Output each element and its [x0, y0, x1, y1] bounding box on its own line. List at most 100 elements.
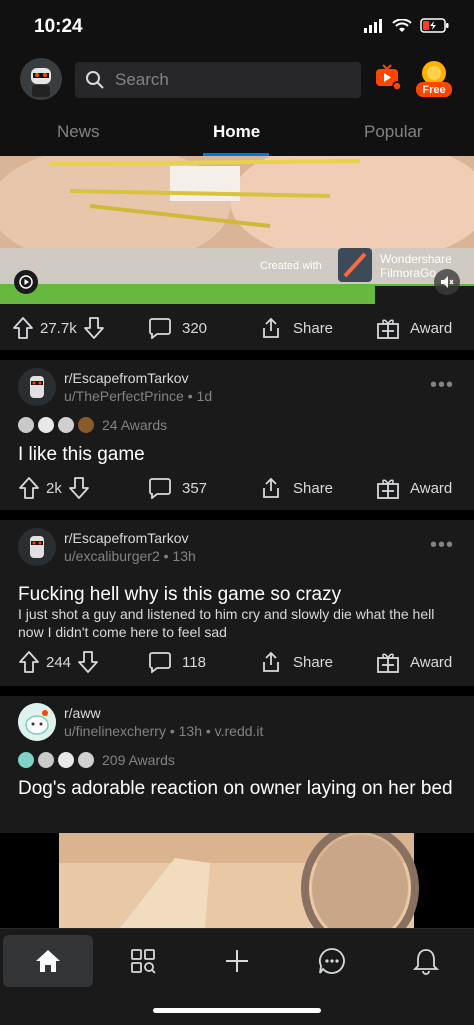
- upvote-icon[interactable]: [18, 650, 40, 674]
- comment-count: 357: [182, 479, 208, 497]
- awards-row[interactable]: 209 Awards: [18, 752, 175, 768]
- tab-news[interactable]: News: [57, 122, 100, 142]
- award-helpful-icon: [58, 417, 74, 433]
- share-button[interactable]: Share: [259, 650, 333, 674]
- upvote-icon[interactable]: [12, 316, 34, 340]
- post-body: I just shot a guy and listened to him cr…: [18, 606, 435, 640]
- comment-icon: [149, 652, 171, 673]
- feed-tabs: News Home Popular: [0, 108, 474, 156]
- more-options-button[interactable]: •••: [430, 374, 454, 397]
- award-helpful-icon: [78, 752, 94, 768]
- subreddit-name[interactable]: r/EscapefromTarkov: [64, 529, 196, 547]
- awards-row[interactable]: 24 Awards: [18, 417, 167, 433]
- award-wholesome-seal-icon: [18, 752, 34, 768]
- post-actions: 244 118 Share Award: [0, 640, 474, 684]
- post-video[interactable]: Created with Wondershare FilmoraGo: [0, 156, 474, 304]
- notifications-icon: [413, 949, 439, 975]
- comment-icon: [149, 478, 171, 499]
- post-meta: r/EscapefromTarkov u/excaliburger2 • 13h: [64, 529, 196, 565]
- post-author[interactable]: u/excaliburger2: [64, 548, 160, 564]
- tab-home[interactable]: Home: [213, 122, 260, 142]
- video-icon: [376, 64, 402, 91]
- share-icon: [263, 651, 279, 672]
- video-button[interactable]: [374, 62, 402, 97]
- more-options-button[interactable]: •••: [430, 534, 454, 557]
- share-button[interactable]: Share: [259, 476, 333, 500]
- post-actions: 27.7k 320 Share Award: [0, 306, 474, 350]
- post-age: 13h: [178, 723, 202, 739]
- vote-group: 244: [18, 650, 99, 674]
- app-header: Search Free: [0, 52, 474, 108]
- share-button[interactable]: Share: [259, 316, 333, 340]
- tab-popular[interactable]: Popular: [364, 122, 423, 142]
- post-title[interactable]: Dog's adorable reaction on owner laying …: [18, 777, 456, 800]
- downvote-icon[interactable]: [68, 476, 90, 500]
- post-card[interactable]: r/EscapefromTarkov u/ThePerfectPrince • …: [0, 360, 474, 510]
- video-reddit-badge: [14, 270, 38, 294]
- post-author-line: u/ThePerfectPrince • 1d: [64, 388, 213, 404]
- play-badge-icon: [19, 275, 33, 289]
- award-button[interactable]: Award: [376, 650, 452, 674]
- awards-count: 24 Awards: [102, 417, 168, 433]
- award-icon: [377, 653, 399, 673]
- comment-count: 320: [182, 319, 208, 337]
- post-author-line: u/excaliburger2 • 13h: [64, 548, 196, 564]
- search-icon: [86, 71, 104, 89]
- nav-home-button[interactable]: [3, 935, 93, 987]
- award-button[interactable]: Award: [376, 476, 452, 500]
- search-placeholder: Search: [115, 70, 169, 89]
- subreddit-name[interactable]: r/aww: [64, 704, 263, 722]
- status-bar: 10:24: [0, 0, 474, 52]
- post-age: 1d: [196, 388, 213, 404]
- post-author[interactable]: u/ThePerfectPrince: [64, 388, 184, 404]
- award-silver-icon: [18, 417, 34, 433]
- award-bear-icon: [78, 417, 94, 433]
- nav-discover-button[interactable]: [98, 935, 188, 987]
- award-wholesome-icon: [38, 417, 54, 433]
- comments-button[interactable]: 320: [148, 317, 207, 339]
- post-actions: 2k 357 Share Award: [0, 466, 474, 510]
- mute-icon: [441, 276, 454, 288]
- chat-icon: [319, 948, 345, 974]
- downvote-icon[interactable]: [77, 650, 99, 674]
- upvote-icon[interactable]: [18, 476, 40, 500]
- comment-count: 118: [182, 653, 206, 671]
- subreddit-avatar[interactable]: [18, 528, 56, 566]
- award-icon: [377, 319, 399, 339]
- comments-button[interactable]: 118: [148, 651, 206, 673]
- watermark-text: Created with: [260, 260, 322, 272]
- free-coins-button[interactable]: Free: [414, 58, 454, 102]
- post-title[interactable]: I like this game: [18, 443, 456, 466]
- post-author[interactable]: u/finelinexcherry: [64, 723, 166, 739]
- awards-count: 209 Awards: [102, 752, 175, 768]
- subreddit-avatar[interactable]: [18, 368, 56, 406]
- search-input[interactable]: Search: [75, 62, 361, 98]
- subreddit-name[interactable]: r/EscapefromTarkov: [64, 369, 212, 387]
- create-icon: [226, 950, 248, 972]
- share-icon: [263, 477, 279, 498]
- nav-chat-button[interactable]: [287, 935, 377, 987]
- comments-button[interactable]: 357: [148, 477, 207, 499]
- mute-button[interactable]: [434, 269, 460, 295]
- post-card[interactable]: r/aww u/finelinexcherry • 13h • v.redd.i…: [0, 696, 474, 952]
- award-button[interactable]: Award: [376, 316, 452, 340]
- vote-count: 2k: [46, 479, 62, 497]
- nav-create-button[interactable]: [192, 935, 282, 987]
- media-post-card: Created with Wondershare FilmoraGo 27.7k: [0, 156, 474, 350]
- share-label: Share: [293, 479, 334, 497]
- post-domain[interactable]: v.redd.it: [215, 723, 264, 739]
- post-card[interactable]: r/EscapefromTarkov u/excaliburger2 • 13h…: [0, 520, 474, 686]
- downvote-icon[interactable]: [83, 316, 105, 340]
- wifi-icon: [392, 18, 412, 32]
- watermark-brand: Wondershare: [380, 252, 452, 266]
- profile-avatar[interactable]: [20, 58, 62, 100]
- subreddit-avatar[interactable]: [18, 703, 56, 741]
- vote-count: 27.7k: [40, 319, 77, 337]
- nav-notifications-button[interactable]: [381, 935, 471, 987]
- post-title[interactable]: Fucking hell why is this game so crazy: [18, 583, 456, 606]
- home-indicator: [153, 1008, 321, 1013]
- signal-icon: [364, 18, 382, 33]
- post-video[interactable]: [0, 824, 474, 952]
- award-label: Award: [410, 479, 453, 497]
- award-icon: [377, 479, 399, 499]
